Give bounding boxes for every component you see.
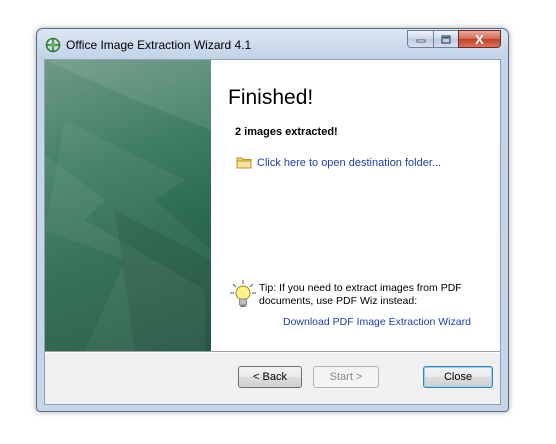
maximize-button[interactable] (433, 30, 458, 48)
folder-icon (236, 157, 252, 169)
open-folder-label: Click here to open destination folder... (257, 156, 442, 169)
close-button[interactable]: Close (423, 366, 493, 388)
page-title: Finished! (228, 86, 314, 109)
lightbulb-icon (230, 280, 256, 307)
footer-divider (45, 351, 500, 353)
start-button[interactable]: Start > (313, 366, 379, 388)
sidebar-arrow-graphic (45, 60, 211, 351)
tip-text: Tip: If you need to extract images from … (259, 282, 462, 307)
wizard-window: Office Image Extraction Wizard 4.1 X Fin… (36, 28, 509, 412)
download-pdf-wizard-link[interactable]: Download PDF Image Extraction Wizard (283, 316, 471, 328)
close-icon: X (475, 31, 484, 47)
minimize-icon (416, 39, 425, 43)
window-title: Office Image Extraction Wizard 4.1 (66, 38, 252, 52)
open-folder-link[interactable]: Click here to open destination folder... (236, 156, 441, 169)
app-icon (45, 37, 61, 53)
window-close-button[interactable]: X (458, 30, 501, 48)
wizard-client: Finished! 2 images extracted! Click here… (44, 59, 501, 405)
title-bar[interactable]: Office Image Extraction Wizard 4.1 X (37, 29, 508, 59)
sidebar-banner (45, 60, 211, 351)
caption-buttons: X (407, 30, 501, 50)
back-button[interactable]: < Back (238, 366, 302, 388)
content-panel: Finished! 2 images extracted! Click here… (211, 60, 500, 351)
minimize-button[interactable] (407, 30, 433, 48)
maximize-icon (441, 34, 451, 44)
result-text: 2 images extracted! (235, 126, 338, 138)
